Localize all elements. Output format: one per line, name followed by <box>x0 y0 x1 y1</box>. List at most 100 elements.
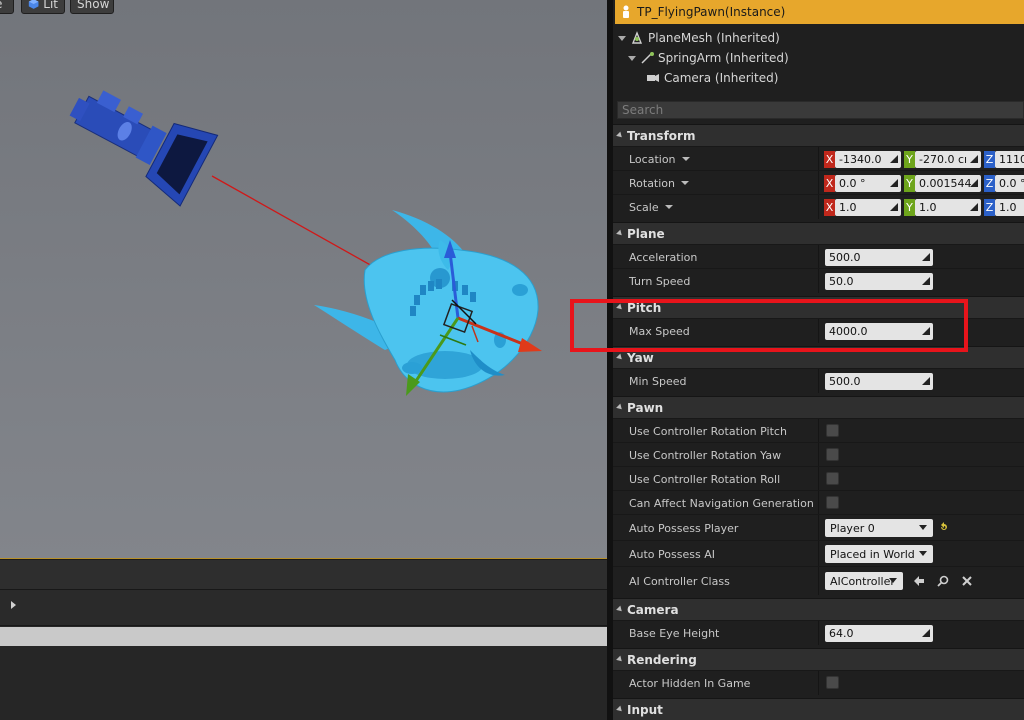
axis-x-label: X <box>824 175 835 192</box>
field-value: -1340.0 <box>839 153 882 166</box>
drag-handle-icon[interactable] <box>922 253 930 261</box>
expand-down-icon[interactable] <box>618 35 626 41</box>
location-z-field[interactable]: 1110 <box>995 151 1024 168</box>
clear-close-icon[interactable] <box>961 575 973 587</box>
drag-handle-icon[interactable] <box>922 327 930 335</box>
column-splitter[interactable] <box>818 369 819 393</box>
reset-to-default-icon[interactable] <box>939 522 949 532</box>
spring-arm-icon <box>641 52 654 64</box>
expand-down-icon[interactable] <box>628 55 636 61</box>
rotation-x-field[interactable]: 0.0 ° <box>835 175 901 192</box>
category-pawn[interactable]: Pawn <box>613 396 1024 418</box>
prop-acceleration: Acceleration 500.0 <box>613 244 1024 269</box>
use-controller-pitch-checkbox[interactable] <box>826 424 839 437</box>
collapse-icon <box>616 655 624 664</box>
dropdown-icon[interactable] <box>681 181 690 185</box>
tree-item-springarm[interactable]: SpringArm (Inherited) <box>628 48 789 68</box>
scene-render <box>69 90 542 396</box>
use-selected-arrow-icon[interactable] <box>913 575 925 587</box>
details-panel: TP_FlyingPawn(Instance) PlaneMesh (Inher… <box>613 0 1024 720</box>
category-rendering[interactable]: Rendering <box>613 648 1024 670</box>
drag-handle-icon[interactable] <box>970 203 978 211</box>
base-eye-height-field[interactable]: 64.0 <box>825 625 933 642</box>
prop-scale: Scale X 1.0 Y 1.0 Z 1.0 <box>613 194 1024 219</box>
column-splitter[interactable] <box>818 269 819 293</box>
expand-row[interactable] <box>0 590 607 626</box>
text-input-bar[interactable] <box>0 627 607 646</box>
category-plane[interactable]: Plane <box>613 222 1024 244</box>
location-y-field[interactable]: -270.0 cı <box>915 151 981 168</box>
prop-rotation: Rotation X 0.0 ° Y 0.001544 Z 0.0 ° <box>613 170 1024 195</box>
tree-item-planemesh[interactable]: PlaneMesh (Inherited) <box>618 28 780 48</box>
pawn-icon <box>623 5 629 18</box>
column-splitter[interactable] <box>818 171 819 195</box>
tree-item-camera[interactable]: Camera (Inherited) <box>646 68 778 88</box>
prop-label[interactable]: Location <box>629 147 690 171</box>
dropdown-icon[interactable] <box>681 157 690 161</box>
drag-handle-icon[interactable] <box>970 179 978 187</box>
column-splitter[interactable] <box>818 195 819 219</box>
prop-label: AI Controller Class <box>629 567 730 595</box>
axis-x-label: X <box>824 151 835 168</box>
prop-label-text: Auto Possess Player <box>629 521 739 535</box>
category-camera[interactable]: Camera <box>613 598 1024 620</box>
column-splitter[interactable] <box>818 419 819 443</box>
drag-handle-icon[interactable] <box>890 155 898 163</box>
browse-search-icon[interactable] <box>937 575 949 587</box>
rotation-y-field[interactable]: 0.001544 <box>915 175 981 192</box>
auto-possess-player-dropdown[interactable]: Player 0 <box>825 519 933 537</box>
category-label: Camera <box>627 602 679 617</box>
ai-controller-class-dropdown[interactable]: AIController <box>825 572 903 590</box>
column-splitter[interactable] <box>818 621 819 645</box>
prop-use-controller-roll: Use Controller Rotation Roll <box>613 466 1024 491</box>
column-splitter[interactable] <box>818 147 819 171</box>
prop-label: Auto Possess AI <box>629 541 715 567</box>
field-value: 500.0 <box>829 375 861 388</box>
column-splitter[interactable] <box>818 541 819 567</box>
prop-label: Turn Speed <box>629 269 690 293</box>
column-splitter[interactable] <box>818 567 819 595</box>
drag-handle-icon[interactable] <box>970 155 978 163</box>
column-splitter[interactable] <box>818 443 819 467</box>
actor-hidden-checkbox[interactable] <box>826 676 839 689</box>
column-splitter[interactable] <box>818 491 819 515</box>
min-speed-field[interactable]: 500.0 <box>825 373 933 390</box>
prop-label[interactable]: Scale <box>629 195 673 219</box>
prop-label: Auto Possess Player <box>629 515 738 541</box>
category-input[interactable]: Input <box>613 698 1024 720</box>
rotation-z-field[interactable]: 0.0 ° <box>995 175 1024 192</box>
auto-possess-ai-dropdown[interactable]: Placed in World <box>825 545 933 563</box>
use-controller-yaw-checkbox[interactable] <box>826 448 839 461</box>
affect-navigation-checkbox[interactable] <box>826 496 839 509</box>
level-viewport[interactable]: e Lit Show <box>0 0 607 559</box>
selected-actor-row[interactable]: TP_FlyingPawn(Instance) <box>615 0 1024 24</box>
drag-handle-icon[interactable] <box>922 277 930 285</box>
acceleration-field[interactable]: 500.0 <box>825 249 933 266</box>
category-pitch[interactable]: Pitch <box>613 296 1024 318</box>
drag-handle-icon[interactable] <box>922 377 930 385</box>
column-splitter[interactable] <box>818 671 819 695</box>
dropdown-icon[interactable] <box>664 205 673 209</box>
column-splitter[interactable] <box>818 515 819 541</box>
column-splitter[interactable] <box>818 245 819 269</box>
turn-speed-field[interactable]: 50.0 <box>825 273 933 290</box>
field-value: 1.0 <box>839 201 857 214</box>
drag-handle-icon[interactable] <box>890 179 898 187</box>
category-transform[interactable]: Transform <box>613 124 1024 146</box>
expand-arrow-icon[interactable] <box>11 601 16 609</box>
location-x-field[interactable]: -1340.0 <box>835 151 901 168</box>
category-yaw[interactable]: Yaw <box>613 346 1024 368</box>
prop-label[interactable]: Rotation <box>629 171 690 195</box>
scale-z-field[interactable]: 1.0 <box>995 199 1024 216</box>
column-splitter[interactable] <box>818 467 819 491</box>
scale-y-field[interactable]: 1.0 <box>915 199 981 216</box>
column-splitter[interactable] <box>818 319 819 343</box>
drag-handle-icon[interactable] <box>890 203 898 211</box>
use-controller-roll-checkbox[interactable] <box>826 472 839 485</box>
scale-x-field[interactable]: 1.0 <box>835 199 901 216</box>
prop-label: Use Controller Rotation Roll <box>629 467 780 491</box>
prop-label-text: Use Controller Rotation Roll <box>629 472 781 486</box>
max-speed-field[interactable]: 4000.0 <box>825 323 933 340</box>
drag-handle-icon[interactable] <box>922 629 930 637</box>
search-input[interactable]: Search <box>617 101 1024 119</box>
